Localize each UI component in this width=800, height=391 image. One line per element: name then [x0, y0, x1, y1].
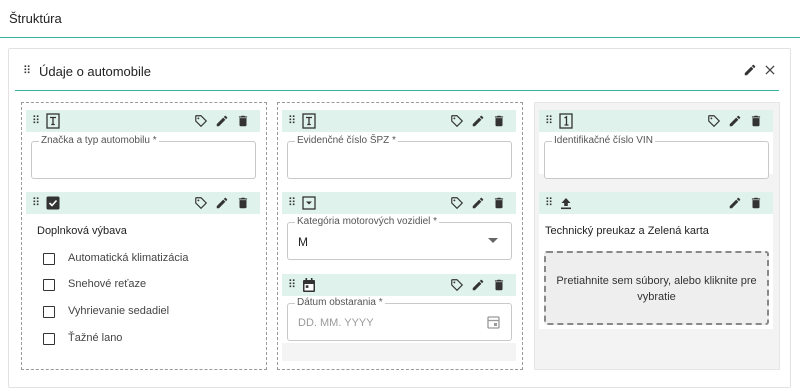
page-title: Štruktúra: [9, 11, 62, 26]
delete-icon[interactable]: [492, 196, 506, 210]
edit-icon[interactable]: [471, 114, 485, 128]
field-body: Technický preukaz a Zelená karta Pretiah…: [539, 214, 773, 329]
checkbox[interactable]: [43, 306, 55, 318]
drag-handle-icon[interactable]: ⠿: [545, 116, 553, 127]
checkbox-label: Vyhrievanie sedadiel: [68, 305, 170, 317]
plate-input[interactable]: Evidenčné číslo ŠPZ *: [287, 135, 512, 179]
drag-handle-icon[interactable]: ⠿: [288, 280, 296, 291]
tag-icon[interactable]: [707, 114, 721, 128]
checkbox-label: Automatická klimatizácia: [68, 252, 189, 264]
drag-handle-icon[interactable]: ⠿: [545, 198, 553, 209]
edit-icon[interactable]: [471, 278, 485, 292]
delete-icon[interactable]: [236, 114, 250, 128]
acquired-date-label: Dátum obstarania *: [295, 297, 385, 308]
field-body: Evidenčné číslo ŠPZ *: [282, 132, 516, 179]
edit-icon[interactable]: [471, 196, 485, 210]
checkbox-field-icon: [46, 196, 60, 210]
field-toolbar: ⠿: [26, 110, 260, 132]
edit-section-icon[interactable]: [743, 63, 757, 77]
brand-input[interactable]: Značka a typ automobilu *: [31, 135, 256, 179]
text-field-icon: [302, 113, 316, 129]
checkbox-label: Ťažné lano: [68, 332, 123, 344]
field-body: Dátum obstarania * DD. MM. YYYY: [282, 296, 516, 343]
delete-icon[interactable]: [492, 114, 506, 128]
field-vin[interactable]: ⠿ Identifikačné číslo VIN: [539, 110, 773, 179]
delete-icon[interactable]: [236, 196, 250, 210]
checkbox[interactable]: [43, 333, 55, 345]
section-drag-handle-icon[interactable]: ⠿: [23, 66, 31, 77]
delete-icon[interactable]: [492, 278, 506, 292]
field-toolbar: ⠿: [282, 192, 516, 214]
field-plate[interactable]: ⠿ Evidenčné číslo ŠPZ *: [282, 110, 516, 179]
checkbox-label: Snehové reťaze: [68, 278, 147, 290]
column-1: ⠿ Značka a typ automobilu * ⠿ Doplnková …: [21, 102, 267, 370]
field-brand[interactable]: ⠿ Značka a typ automobilu *: [26, 110, 260, 179]
section-title: Údaje o automobile: [39, 64, 152, 79]
tag-icon[interactable]: [194, 114, 208, 128]
field-toolbar: ⠿: [539, 110, 773, 132]
acquired-date-input[interactable]: Dátum obstarania * DD. MM. YYYY: [287, 297, 512, 341]
edit-icon[interactable]: [215, 114, 229, 128]
field-toolbar: ⠿: [539, 192, 773, 214]
field-body: Značka a typ automobilu *: [26, 132, 260, 179]
column-2: ⠿ Evidenčné číslo ŠPZ * ⠿ Kategória moto…: [277, 102, 523, 370]
text-field-icon: [46, 113, 60, 129]
plate-input-label: Evidenčné číslo ŠPZ *: [295, 135, 398, 146]
file-dropzone[interactable]: Pretiahnite sem súbory, alebo kliknite p…: [544, 251, 769, 325]
checkbox[interactable]: [43, 279, 55, 291]
field-toolbar: ⠿: [26, 192, 260, 214]
delete-icon[interactable]: [749, 196, 763, 210]
category-select-label: Kategória motorových vozidiel *: [295, 216, 440, 227]
vin-input[interactable]: Identifikačné číslo VIN: [544, 135, 769, 179]
brand-input-label: Značka a typ automobilu *: [39, 135, 159, 146]
field-body: Kategória motorových vozidiel * M: [282, 214, 516, 264]
equipment-label: Doplnková výbava: [37, 225, 127, 237]
close-section-icon[interactable]: [763, 63, 777, 77]
header-divider: [0, 37, 800, 38]
delete-icon[interactable]: [749, 114, 763, 128]
edit-icon[interactable]: [728, 196, 742, 210]
tag-icon[interactable]: [194, 196, 208, 210]
number-field-icon: [559, 113, 573, 129]
field-toolbar: ⠿: [282, 110, 516, 132]
acquired-date-placeholder: DD. MM. YYYY: [298, 317, 374, 329]
section-divider: [15, 90, 779, 91]
section-card: ⠿ Údaje o automobile ⠿ Značka a typ auto…: [8, 48, 791, 388]
date-field-icon: [303, 278, 315, 292]
drag-handle-icon[interactable]: ⠿: [288, 116, 296, 127]
drag-handle-icon[interactable]: ⠿: [32, 198, 40, 209]
tag-icon[interactable]: [450, 278, 464, 292]
tag-icon[interactable]: [450, 196, 464, 210]
calendar-icon[interactable]: [487, 315, 500, 329]
upload-field-icon: [561, 198, 571, 210]
checkbox[interactable]: [43, 253, 55, 265]
dropzone-text: Pretiahnite sem súbory, alebo kliknite p…: [556, 275, 757, 303]
field-category[interactable]: ⠿ Kategória motorových vozidiel * M: [282, 192, 516, 264]
chevron-down-icon[interactable]: [488, 238, 498, 244]
edit-icon[interactable]: [728, 114, 742, 128]
category-select[interactable]: Kategória motorových vozidiel * M: [287, 216, 512, 260]
section-header: ⠿ Údaje o automobile: [9, 49, 790, 89]
field-equipment[interactable]: ⠿ Doplnková výbava Automatická klimatizá…: [26, 192, 260, 360]
documents-label: Technický preukaz a Zelená karta: [545, 225, 709, 237]
field-acquired[interactable]: ⠿ Dátum obstarania * DD. MM. YYYY: [282, 274, 516, 361]
field-documents[interactable]: ⠿ Technický preukaz a Zelená karta Preti…: [539, 192, 773, 329]
vin-input-label: Identifikačné číslo VIN: [552, 135, 655, 146]
column-3: ⠿ Identifikačné číslo VIN ⠿ Technický pr: [534, 102, 780, 370]
drag-handle-icon[interactable]: ⠿: [32, 116, 40, 127]
drag-handle-icon[interactable]: ⠿: [288, 198, 296, 209]
edit-icon[interactable]: [215, 196, 229, 210]
category-select-value: M: [298, 235, 308, 249]
dropdown-field-icon: [302, 196, 316, 210]
tag-icon[interactable]: [450, 114, 464, 128]
field-body: Doplnková výbava Automatická klimatizáci…: [26, 214, 260, 360]
field-body: Identifikačné číslo VIN: [539, 132, 773, 179]
field-toolbar: ⠿: [282, 274, 516, 296]
